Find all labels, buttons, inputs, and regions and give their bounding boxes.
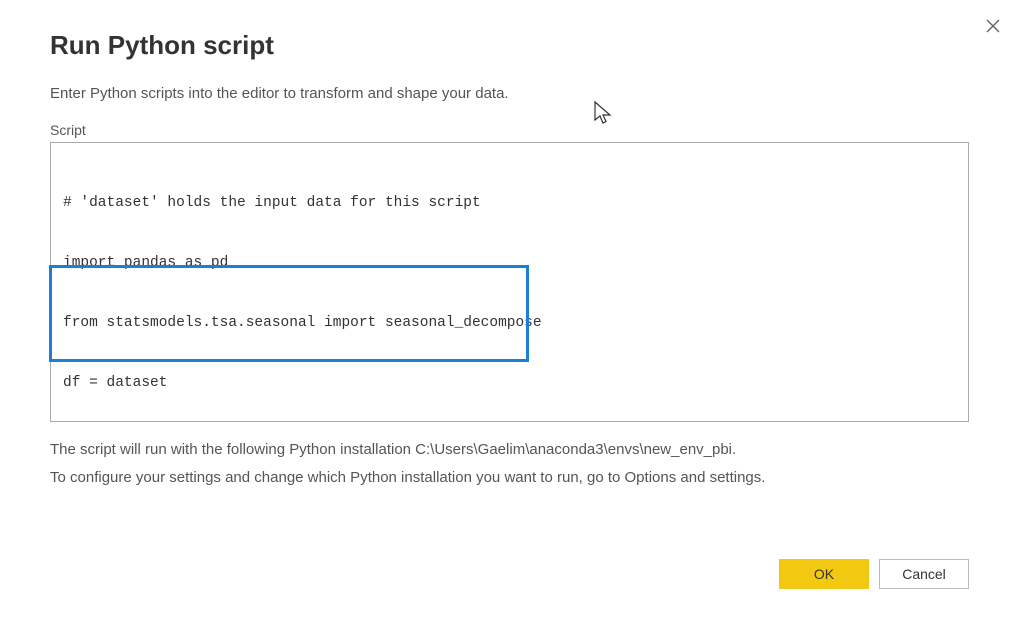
- close-icon: [985, 18, 1001, 34]
- code-line: import pandas as pd: [63, 253, 956, 273]
- dialog-title: Run Python script: [50, 30, 969, 61]
- code-line: from statsmodels.tsa.seasonal import sea…: [63, 313, 956, 333]
- cancel-button[interactable]: Cancel: [879, 559, 969, 589]
- script-editor[interactable]: # 'dataset' holds the input data for thi…: [50, 142, 969, 422]
- code-line: df = dataset: [63, 373, 956, 393]
- footer-line-configure: To configure your settings and change wh…: [50, 464, 969, 492]
- button-row: OK Cancel: [779, 559, 969, 589]
- ok-button[interactable]: OK: [779, 559, 869, 589]
- dialog-subtitle: Enter Python scripts into the editor to …: [50, 85, 969, 102]
- close-button[interactable]: [983, 16, 1003, 36]
- script-label: Script: [50, 122, 969, 138]
- run-python-script-dialog: Run Python script Enter Python scripts i…: [0, 0, 1019, 619]
- footer-line-install: The script will run with the following P…: [50, 436, 969, 464]
- footer-text: The script will run with the following P…: [50, 436, 969, 492]
- code-line: # 'dataset' holds the input data for thi…: [63, 193, 956, 213]
